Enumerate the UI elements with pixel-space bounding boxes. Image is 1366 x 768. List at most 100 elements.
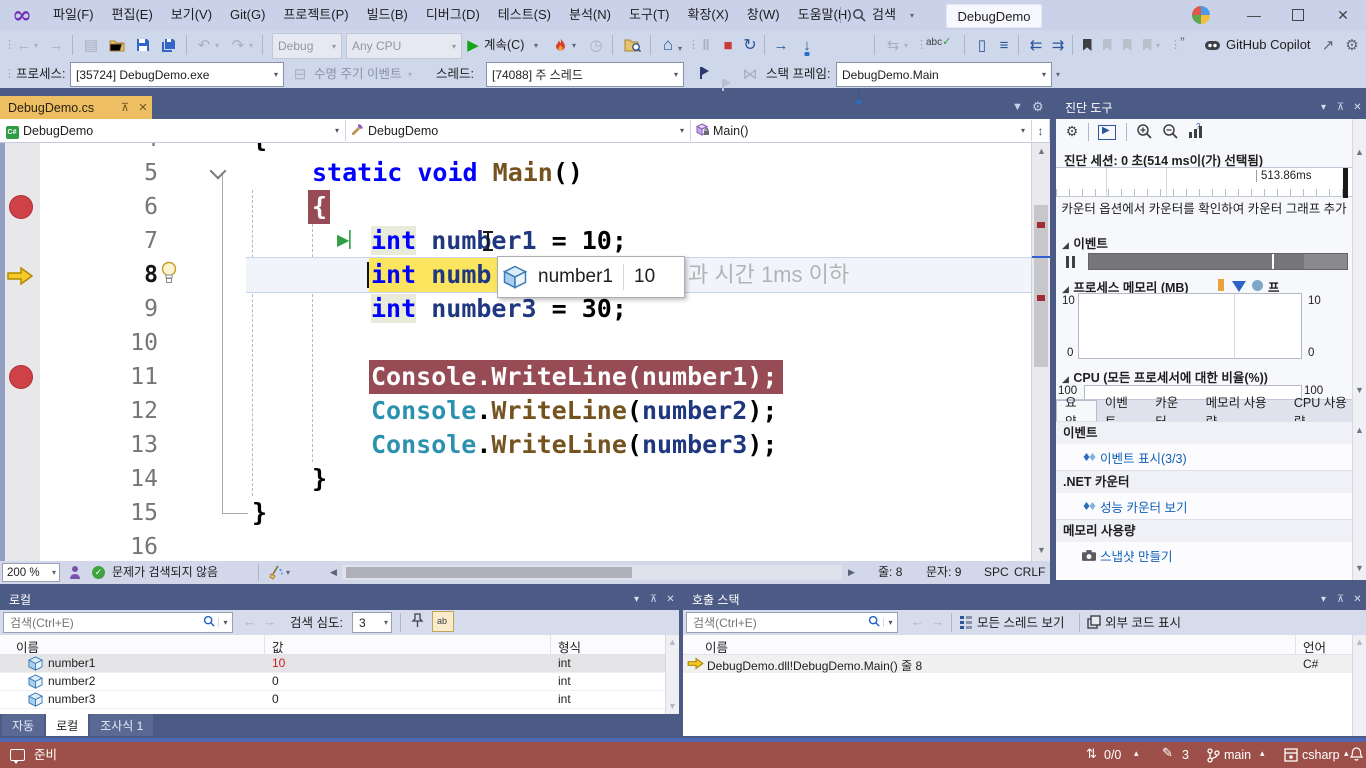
map-mode-caret-icon[interactable]: ▾ <box>904 41 908 50</box>
code-text[interactable]: static void Main() <box>312 156 583 190</box>
locals-row-number1[interactable]: number110int <box>0 655 665 673</box>
window-position-caret-icon[interactable]: ▾ <box>1315 594 1332 605</box>
search-solution-explorer-icon[interactable] <box>620 33 644 57</box>
code-text[interactable]: Console.WriteLine(number1); <box>371 360 777 394</box>
column-language[interactable]: 언어 <box>1303 637 1326 656</box>
format-selection-icon[interactable]: ▯ <box>972 33 992 57</box>
previous-bookmark-icon[interactable] <box>1100 39 1114 51</box>
code-cleanup-broom-icon[interactable] <box>268 565 284 580</box>
stop-debug-icon[interactable]: ■ <box>718 33 738 57</box>
git-branch-name[interactable]: main <box>1224 742 1251 768</box>
minimize-button[interactable]: — <box>1232 0 1276 30</box>
code-text[interactable]: int number1 = 10; <box>371 224 627 258</box>
menu-item-8[interactable]: 분석(N) <box>560 0 620 30</box>
feedback-project-box[interactable]: DebugDemo <box>946 4 1042 28</box>
step-into-icon[interactable]: ↓ <box>796 33 818 57</box>
nav-class-dropdown[interactable]: DebugDemo ▾ <box>346 120 691 141</box>
lifecycle-events-icon[interactable]: ⊟ <box>290 62 310 86</box>
new-project-icon[interactable]: ▤ <box>80 33 102 57</box>
clear-bookmarks-icon[interactable] <box>1140 39 1154 51</box>
datatip-popup[interactable]: number1 10 <box>497 256 685 298</box>
summary-link-0[interactable]: 이벤트 표시(3/3) <box>1056 444 1352 470</box>
settings-gear-icon[interactable]: ⚙ <box>1062 123 1082 140</box>
search-depth-combo[interactable]: 3 ▾ <box>352 612 392 633</box>
navigate-back-icon[interactable]: ← <box>14 33 34 57</box>
undo-icon[interactable]: ↶ <box>194 33 214 57</box>
locals-row-number2[interactable]: number20int <box>0 673 665 691</box>
callstack-scrollbar[interactable]: ▲ <box>1352 635 1366 736</box>
external-code-icon[interactable] <box>1087 615 1101 629</box>
search-options-caret-icon[interactable]: ▾ <box>218 618 232 627</box>
decrease-indent-icon[interactable]: ⇇ <box>1026 33 1046 57</box>
menu-item-9[interactable]: 도구(T) <box>620 0 679 30</box>
window-position-caret-icon[interactable]: ▾ <box>628 594 645 605</box>
spell-check-icon[interactable]: abc✓ <box>926 35 951 48</box>
scroll-up-icon[interactable]: ▲ <box>666 637 679 647</box>
locals-tab-1[interactable]: 로컬 <box>46 714 88 736</box>
copilot-share-icon[interactable]: ↗ <box>1318 33 1338 57</box>
column-name[interactable]: 이름 <box>705 637 728 656</box>
callstack-title-bar[interactable]: 호출 스택 ▾ ⊼ ✕ <box>683 588 1366 610</box>
redo-icon[interactable]: ↷ <box>228 33 248 57</box>
export-session-icon[interactable]: ▶ <box>1098 125 1116 140</box>
toggle-current-thread-icon[interactable]: ⋈ <box>740 62 760 86</box>
search-icon[interactable] <box>200 614 218 632</box>
menu-item-12[interactable]: 도움말(H) <box>789 0 861 30</box>
column-value[interactable]: 값 <box>272 637 284 656</box>
locals-tab-2[interactable]: 조사식 1 <box>90 714 153 736</box>
menu-item-3[interactable]: Git(G) <box>221 0 274 30</box>
cleanup-caret-icon[interactable]: ▾ <box>286 568 290 577</box>
scroll-up-icon[interactable]: ▲ <box>1032 146 1050 156</box>
datatip-value[interactable]: 10 <box>624 266 665 288</box>
save-all-icon[interactable] <box>158 33 180 57</box>
continue-caret-icon[interactable]: ▾ <box>534 41 538 50</box>
show-external-code-button[interactable]: 외부 코드 표시 <box>1105 609 1181 637</box>
column-type[interactable]: 형식 <box>558 637 581 656</box>
diag-tab-3[interactable]: 메모리 사용량 <box>1198 400 1286 421</box>
copilot-chat-icon[interactable]: ⚙ <box>1342 33 1362 57</box>
space-indicator[interactable]: SPC <box>984 561 1009 584</box>
stack-frame-combo[interactable]: DebugDemo.Main▾ <box>836 62 1052 87</box>
toolbar-grip[interactable]: ⋮ <box>4 59 14 89</box>
toolbar-overflow-caret-icon[interactable]: ▾ <box>1056 70 1060 79</box>
search-forward-icon[interactable]: → <box>931 614 944 629</box>
lifecycle-events-button[interactable]: 수명 주기 이벤트 <box>314 60 401 88</box>
menu-item-11[interactable]: 창(W) <box>738 0 789 30</box>
zoom-out-icon[interactable] <box>1162 123 1179 140</box>
session-timeline[interactable]: 513.86ms <box>1056 167 1352 197</box>
sync-arrows-icon[interactable]: ⇅ <box>1086 746 1097 762</box>
diagnostics-title-bar[interactable]: 진단 도구 ▾ ⊼ ✕ <box>1056 96 1366 118</box>
solution-config-combo[interactable]: Debug▾ <box>272 33 342 59</box>
locals-row-number3[interactable]: number30int <box>0 691 665 709</box>
continue-play-icon[interactable]: ▶ <box>464 33 482 57</box>
locals-search-input[interactable]: 검색(Ctrl+E) ▾ <box>3 612 233 633</box>
tab-debugdemo-cs[interactable]: DebugDemo.cs ⊼ ✕ <box>0 96 152 119</box>
callstack-grid[interactable]: 이름 언어 DebugDemo.dll!DebugDemo.Main() 줄 8… <box>683 635 1366 736</box>
menu-item-7[interactable]: 테스트(S) <box>489 0 560 30</box>
counters-chart-icon[interactable]: ? <box>1188 123 1204 139</box>
callstack-search-input[interactable]: 검색(Ctrl+E) ▾ <box>686 612 898 633</box>
search-caret-icon[interactable]: ▾ <box>910 11 914 20</box>
lifecycle-caret-icon[interactable]: ▾ <box>408 70 412 79</box>
search-icon[interactable] <box>865 614 883 632</box>
pending-edits-count[interactable]: 3 <box>1182 742 1189 768</box>
output-message-icon[interactable] <box>10 749 25 761</box>
variable-value[interactable]: 0 <box>272 692 279 706</box>
notifications-bell-icon[interactable] <box>1350 747 1363 762</box>
nav-member-dropdown[interactable]: Main() ▾ <box>691 120 1032 141</box>
scroll-down-icon[interactable]: ▼ <box>666 701 679 711</box>
zoom-combo[interactable]: 200 % ▾ <box>2 563 60 582</box>
search-back-icon[interactable]: ← <box>911 614 924 629</box>
save-icon[interactable] <box>132 33 154 57</box>
diag-tab-0[interactable]: 요약 <box>1056 400 1097 421</box>
git-repo-icon[interactable] <box>1284 748 1298 762</box>
bookmark-caret-icon[interactable]: ▾ <box>1156 41 1160 50</box>
close-icon[interactable]: ✕ <box>1349 594 1366 605</box>
toolbar-grip[interactable]: ⋮ <box>4 30 14 60</box>
variable-value[interactable]: 0 <box>272 674 279 688</box>
github-copilot-icon[interactable] <box>1204 37 1221 53</box>
editor-options-gear-icon[interactable]: ⚙ <box>1032 99 1044 115</box>
restart-icon[interactable]: ↻ <box>740 33 760 57</box>
scrollbar-thumb[interactable] <box>346 567 632 578</box>
hot-reload-icon[interactable] <box>550 33 570 57</box>
